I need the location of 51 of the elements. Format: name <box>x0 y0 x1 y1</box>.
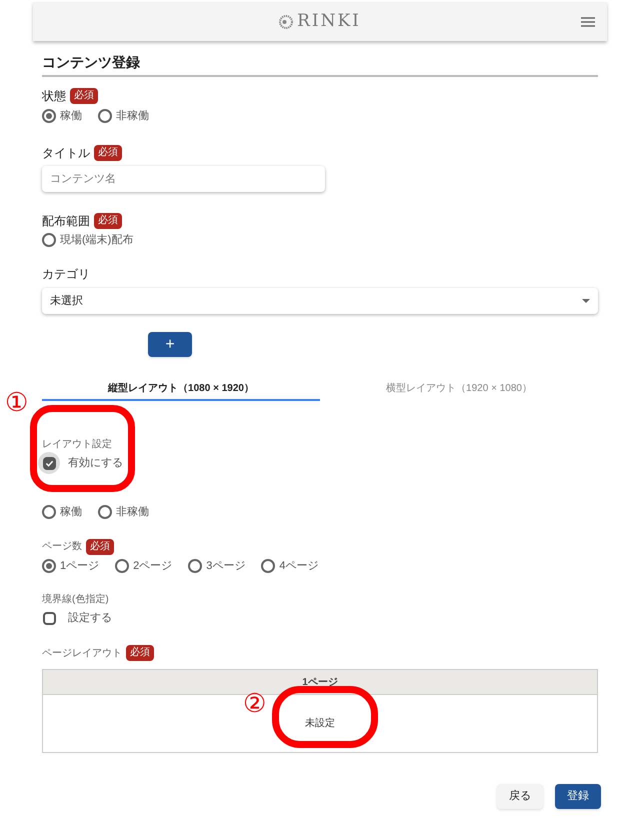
field-label: レイアウト設定 <box>42 438 112 452</box>
field-label: 配布範囲 <box>42 212 90 230</box>
field-label: カテゴリ <box>42 266 90 283</box>
radio-button[interactable] <box>98 109 112 124</box>
required-badge: 必須 <box>86 538 114 554</box>
radio-label: 稼働 <box>60 109 82 124</box>
field-label: ページレイアウト <box>42 646 122 660</box>
radio-label: 2ページ <box>133 558 172 574</box>
radio-button[interactable] <box>188 558 202 573</box>
checkbox-label: 設定する <box>68 610 112 626</box>
radio-label: 稼働 <box>60 505 82 520</box>
radio-button[interactable] <box>42 232 56 247</box>
annotation-number: ② <box>243 690 266 716</box>
logo-text: RINKI <box>297 10 361 33</box>
radio-button[interactable] <box>42 558 56 573</box>
layout-tab[interactable]: 縦型レイアウト（1080 × 1920） <box>42 377 320 401</box>
field-label: ページ数 <box>42 540 82 554</box>
field-label: 境界線(色指定) <box>42 592 109 607</box>
radio-label: 現場(端末)配布 <box>60 232 134 248</box>
annotation-number: ① <box>5 389 28 415</box>
title-input[interactable]: コンテンツ名 <box>42 166 325 192</box>
checkbox[interactable] <box>42 612 56 624</box>
required-badge: 必須 <box>94 212 122 228</box>
radio-button[interactable] <box>42 505 56 520</box>
radio-label: 1ページ <box>60 558 100 574</box>
radio-button[interactable] <box>261 558 276 573</box>
add-button[interactable]: + <box>148 332 192 357</box>
radio-label: 非稼働 <box>116 109 149 124</box>
field-label: 状態 <box>42 88 66 105</box>
required-badge: 必須 <box>126 645 154 661</box>
menu-icon[interactable] <box>581 16 595 26</box>
checkbox[interactable] <box>42 456 56 470</box>
caret-icon <box>582 299 590 303</box>
radio-label: 3ページ <box>206 558 246 574</box>
required-badge: 必須 <box>94 144 122 160</box>
radio-button[interactable] <box>42 109 56 124</box>
radio-label: 非稼働 <box>116 505 149 520</box>
register-button[interactable]: 登録 <box>555 784 601 809</box>
column-header: 1ページ <box>301 676 339 690</box>
required-badge: 必須 <box>70 88 98 104</box>
back-button[interactable]: 戻る <box>497 784 543 809</box>
field-label: タイトル <box>42 144 90 162</box>
radio-button[interactable] <box>115 558 130 573</box>
radio-label: 4ページ <box>279 558 318 574</box>
page-title: コンテンツ登録 <box>42 52 598 77</box>
cell-status-text[interactable]: 未設定 <box>305 716 335 731</box>
layout-tab[interactable]: 横型レイアウト（1920 × 1080） <box>320 377 598 401</box>
category-select[interactable]: 未選択 <box>42 288 598 314</box>
radio-button[interactable] <box>98 505 112 520</box>
checkbox-label: 有効にする <box>68 456 123 471</box>
logo-icon <box>279 14 294 28</box>
